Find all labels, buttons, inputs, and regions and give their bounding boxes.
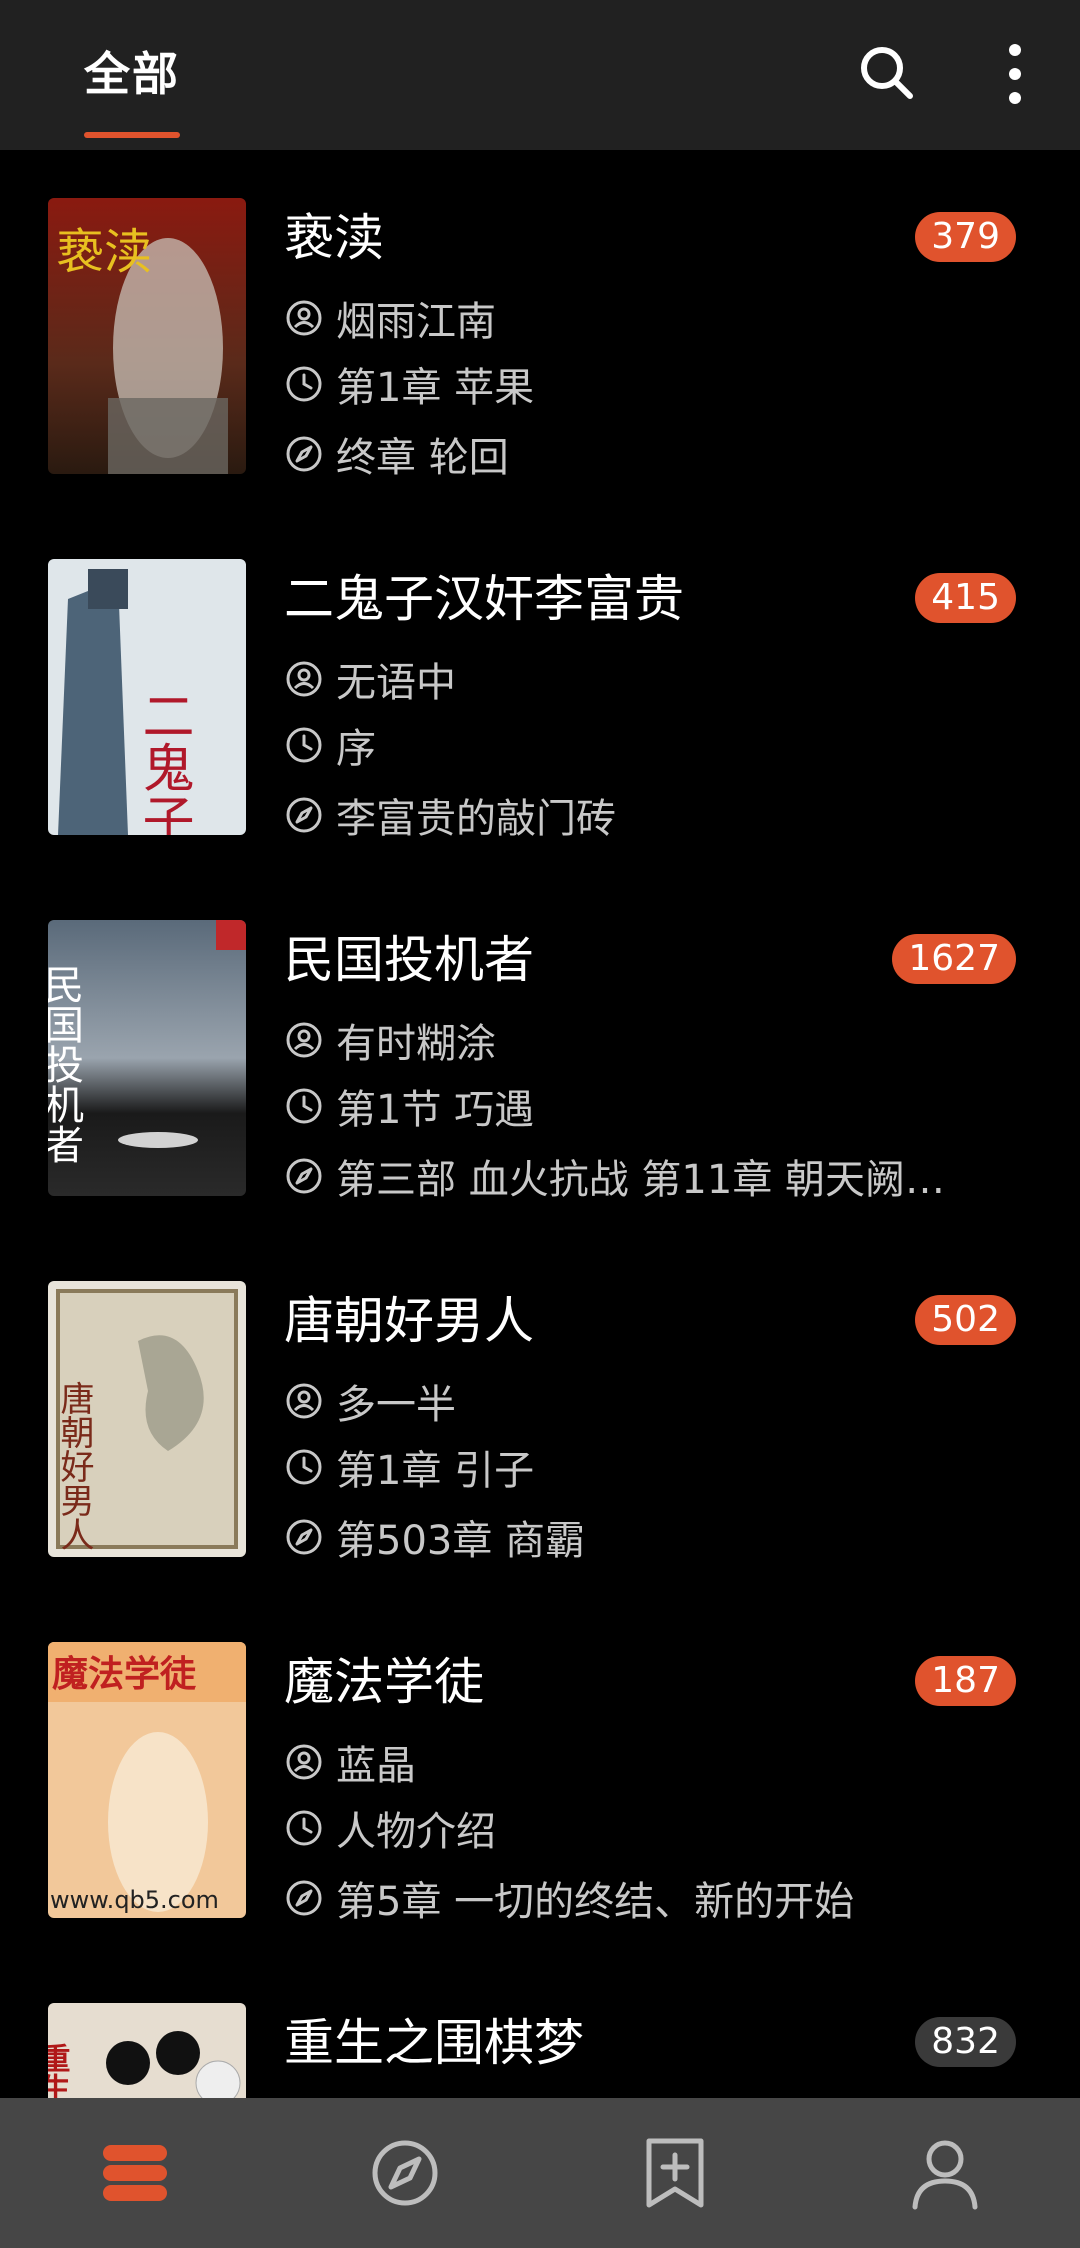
book-latest-chapter: 第503章 商霸 — [284, 1509, 1024, 1565]
cover-title-text: 魔法学徒 — [52, 1653, 197, 1695]
bookshelf-list[interactable]: 亵渎 亵渎 379 烟雨江南 第1章 苹果 终章 轮回 二鬼子 二鬼子汉奸李富贵… — [0, 150, 1080, 2098]
author-name: 无语中 — [336, 660, 456, 706]
book-item[interactable]: 魔法学徒 www.qb5.com 魔法学徒 187 蓝晶 人物介绍 第5章 一切… — [0, 1594, 1080, 1955]
book-last-read: 序 — [284, 717, 1024, 773]
book-title: 唐朝好男人 — [284, 1292, 534, 1350]
top-app-bar: 全部 — [0, 0, 1080, 150]
tab-active-indicator — [84, 132, 180, 138]
book-item[interactable]: 民国投机者 民国投机者 1627 有时糊涂 第1节 巧遇 第三部 血火抗战 第1… — [0, 872, 1080, 1233]
book-last-read: 第1节 巧遇 — [284, 1078, 1024, 1134]
last-read-chapter: 第1节 巧遇 — [336, 1087, 535, 1133]
cover-title-text: 唐朝好男人 — [54, 1381, 94, 1551]
book-author: 多一半 — [284, 1373, 1024, 1429]
cover-title-text: 重生之 — [48, 2043, 71, 2098]
nav-profile[interactable] — [905, 2133, 985, 2213]
last-read-chapter: 序 — [336, 726, 376, 772]
more-vertical-icon — [1009, 44, 1021, 104]
clock-icon — [286, 1449, 322, 1485]
compass-icon — [286, 1158, 322, 1194]
bottom-navigation — [0, 2098, 1080, 2248]
latest-chapter: 终章 轮回 — [336, 435, 509, 481]
book-title: 亵渎 — [284, 209, 384, 267]
book-cover[interactable]: 魔法学徒 www.qb5.com — [48, 1642, 246, 1918]
search-button[interactable] — [848, 34, 928, 114]
book-author: 有时糊涂 — [284, 1012, 1024, 1068]
book-item[interactable]: 唐朝好男人 唐朝好男人 502 多一半 第1章 引子 第503章 商霸 — [0, 1233, 1080, 1594]
chapter-count-badge: 415 — [915, 573, 1016, 623]
last-read-chapter: 第1章 苹果 — [336, 365, 535, 411]
latest-chapter: 李富贵的敲门砖 — [336, 796, 616, 842]
discover-compass-icon — [372, 2140, 438, 2206]
book-title: 魔法学徒 — [284, 1653, 484, 1711]
cover-title-text: 亵渎 — [56, 224, 152, 280]
book-author: 蓝晶 — [284, 1734, 1024, 1790]
compass-icon — [286, 797, 322, 833]
book-title: 二鬼子汉奸李富贵 — [284, 570, 684, 628]
tab-all[interactable]: 全部 — [84, 38, 180, 104]
book-latest-chapter: 第三部 血火抗战 第11章 朝天阙… — [284, 1148, 1024, 1204]
book-cover[interactable]: 亵渎 — [48, 198, 246, 474]
last-read-chapter: 人物介绍 — [336, 1809, 496, 1855]
book-item[interactable]: 二鬼子 二鬼子汉奸李富贵 415 无语中 序 李富贵的敲门砖 — [0, 511, 1080, 872]
chapter-count-badge: 832 — [915, 2017, 1016, 2067]
compass-icon — [286, 436, 322, 472]
book-cover[interactable]: 重生之 — [48, 2003, 246, 2098]
book-title: 重生之围棋梦 — [284, 2014, 584, 2072]
cover-title-text: 民国投机者 — [48, 964, 83, 1164]
book-item[interactable]: 重生之 重生之围棋梦 832 — [0, 1955, 1080, 2098]
nav-discover[interactable] — [365, 2133, 445, 2213]
chapter-count-badge: 187 — [915, 1656, 1016, 1706]
latest-chapter: 第503章 商霸 — [336, 1518, 586, 1564]
author-icon — [286, 300, 322, 336]
chapter-count-badge: 502 — [915, 1295, 1016, 1345]
book-item[interactable]: 亵渎 亵渎 379 烟雨江南 第1章 苹果 终章 轮回 — [0, 150, 1080, 511]
clock-icon — [286, 1088, 322, 1124]
more-options-button[interactable] — [975, 34, 1055, 114]
profile-icon — [912, 2140, 978, 2210]
cover-footer-text: www.qb5.com — [50, 1886, 219, 1914]
nav-bookmarks[interactable] — [635, 2133, 715, 2213]
search-icon — [861, 47, 913, 99]
book-author: 烟雨江南 — [284, 290, 1024, 346]
compass-icon — [286, 1880, 322, 1916]
book-last-read: 第1章 苹果 — [284, 356, 1024, 412]
bookshelf-icon — [103, 2145, 167, 2201]
book-last-read: 人物介绍 — [284, 1800, 1024, 1856]
book-latest-chapter: 第5章 一切的终结、新的开始 — [284, 1870, 1024, 1926]
clock-icon — [286, 727, 322, 763]
author-icon — [286, 1022, 322, 1058]
clock-icon — [286, 1810, 322, 1846]
author-name: 烟雨江南 — [336, 299, 496, 345]
book-cover[interactable]: 二鬼子 — [48, 559, 246, 835]
author-icon — [286, 1383, 322, 1419]
latest-chapter: 第三部 血火抗战 第11章 朝天阙… — [336, 1157, 946, 1203]
cover-title-text: 二鬼子 — [133, 689, 193, 835]
bookmark-add-icon — [646, 2138, 704, 2208]
last-read-chapter: 第1章 引子 — [336, 1448, 535, 1494]
clock-icon — [286, 366, 322, 402]
author-name: 蓝晶 — [336, 1743, 416, 1789]
book-cover[interactable]: 民国投机者 — [48, 920, 246, 1196]
chapter-count-badge: 1627 — [892, 934, 1016, 984]
latest-chapter: 第5章 一切的终结、新的开始 — [336, 1879, 855, 1925]
book-title: 民国投机者 — [284, 931, 534, 989]
author-name: 有时糊涂 — [336, 1021, 496, 1067]
book-cover[interactable]: 唐朝好男人 — [48, 1281, 246, 1557]
author-name: 多一半 — [336, 1382, 456, 1428]
book-last-read: 第1章 引子 — [284, 1439, 1024, 1495]
author-icon — [286, 1744, 322, 1780]
book-author: 无语中 — [284, 651, 1024, 707]
author-icon — [286, 661, 322, 697]
compass-icon — [286, 1519, 322, 1555]
book-latest-chapter: 终章 轮回 — [284, 426, 1024, 482]
chapter-count-badge: 379 — [915, 212, 1016, 262]
book-latest-chapter: 李富贵的敲门砖 — [284, 787, 1024, 843]
nav-bookshelf[interactable] — [95, 2133, 175, 2213]
